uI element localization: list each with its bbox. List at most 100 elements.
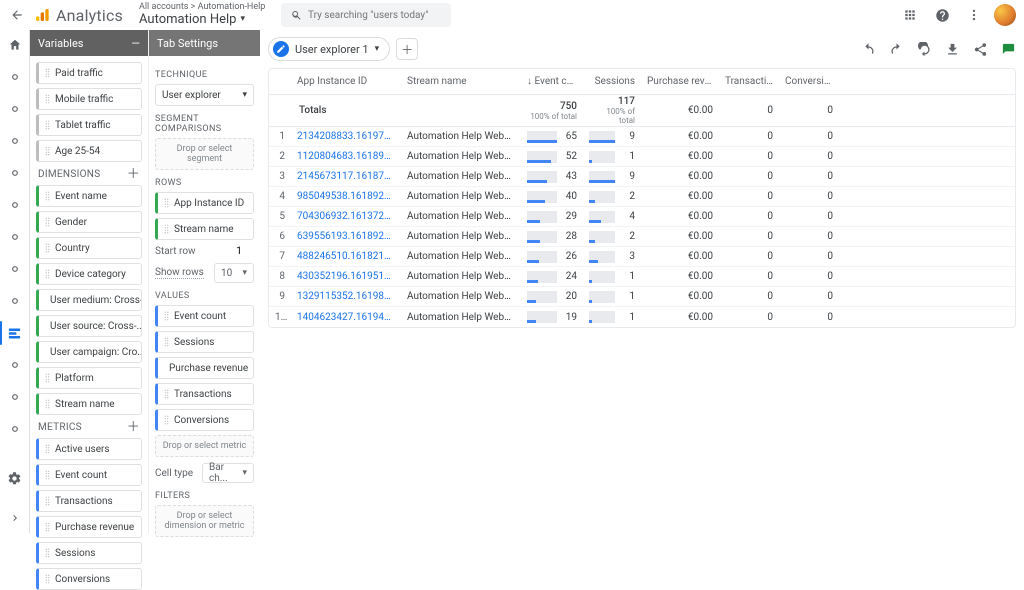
settings-chip-chip[interactable]: App Instance ID <box>155 192 254 214</box>
dim-chip[interactable]: Platform <box>36 367 142 389</box>
reset-icon[interactable] <box>916 41 932 57</box>
avatar[interactable] <box>994 4 1016 26</box>
apps-icon[interactable] <box>898 3 922 27</box>
sessions-cell: 9 <box>583 171 641 183</box>
dim-chip[interactable]: User source: Cross-... <box>36 315 142 337</box>
add-metric-icon[interactable]: ＋ <box>127 421 140 434</box>
column-header[interactable]: Transactions <box>719 76 779 87</box>
configure-icon[interactable] <box>6 388 24 406</box>
add-tab-button[interactable]: ＋ <box>396 38 418 60</box>
seg-chip[interactable]: Paid traffic <box>36 62 142 84</box>
met-chip[interactable]: Transactions <box>36 490 142 512</box>
dim-chip[interactable]: Device category <box>36 263 142 285</box>
technique-select[interactable]: User explorer▾ <box>155 84 254 106</box>
admin-icon[interactable] <box>6 420 24 438</box>
seg-chip[interactable]: Tablet traffic <box>36 114 142 136</box>
column-header[interactable]: Purchase revenue <box>641 76 719 87</box>
app-instance-link[interactable]: 639556193.1618924021 <box>291 231 401 242</box>
met-chip[interactable]: Active users <box>36 438 142 460</box>
share-icon[interactable] <box>972 41 988 57</box>
cell-type-select[interactable]: Bar ch...▾ <box>202 463 254 483</box>
home-icon[interactable] <box>6 36 24 54</box>
app-instance-link[interactable]: 1329115352.1619899674 <box>291 291 401 302</box>
app-instance-link[interactable]: 704306932.1613725859 <box>291 211 401 222</box>
events-icon[interactable] <box>6 164 24 182</box>
lifecycle-icon[interactable] <box>6 100 24 118</box>
table-row: 6639556193.1618924021Automation Help Web… <box>269 227 1015 247</box>
more-icon[interactable] <box>962 3 986 27</box>
met-chip[interactable]: Conversions <box>36 568 142 590</box>
sessions-cell: 1 <box>583 291 641 303</box>
search-icon <box>291 9 302 21</box>
column-header[interactable]: Sessions <box>583 76 641 87</box>
dim-chip[interactable]: User medium: Cross-... <box>36 289 142 311</box>
stream-name: Automation Help Website <box>401 191 521 202</box>
export-icon[interactable] <box>1000 41 1016 57</box>
column-header[interactable]: ↓ Event count <box>521 76 583 87</box>
help-icon[interactable] <box>930 3 954 27</box>
chevron-down-icon: ▾ <box>240 15 245 25</box>
row-index: 8 <box>269 271 291 282</box>
seg-chip[interactable]: Mobile traffic <box>36 88 142 110</box>
stream-name: Automation Help Website <box>401 251 521 262</box>
settings-met-chip[interactable]: Event count <box>155 305 254 327</box>
column-header[interactable]: Conversions <box>779 76 839 87</box>
met-chip[interactable]: Purchase revenue <box>36 516 142 538</box>
explore-icon[interactable] <box>6 324 24 342</box>
settings-chip-chip[interactable]: Stream name <box>155 218 254 240</box>
app-instance-link[interactable]: 1120804683.1618922721 <box>291 151 401 162</box>
event-count-cell: 65 <box>521 131 583 143</box>
redo-icon[interactable] <box>888 41 904 57</box>
dim-chip[interactable]: User campaign: Cro... <box>36 341 142 363</box>
met-chip[interactable]: Sessions <box>36 542 142 564</box>
expand-nav-icon[interactable] <box>6 509 24 527</box>
settings-met-chip[interactable]: Purchase revenue <box>155 357 254 379</box>
retention-icon[interactable] <box>6 228 24 246</box>
stream-name: Automation Help Website <box>401 171 521 182</box>
show-rows-label[interactable]: Show rows <box>155 267 204 279</box>
event-count-cell: 43 <box>521 171 583 183</box>
app-instance-link[interactable]: 2145673117.1618749956 <box>291 171 401 182</box>
value-dropzone[interactable]: Drop or select metric <box>155 435 254 457</box>
user-icon[interactable] <box>6 132 24 150</box>
realtime-icon[interactable] <box>6 68 24 86</box>
settings-met-chip[interactable]: Transactions <box>155 383 254 405</box>
settings-icon[interactable] <box>6 469 24 487</box>
back-icon[interactable] <box>8 6 26 24</box>
settings-met-chip[interactable]: Conversions <box>155 409 254 431</box>
start-row-input[interactable] <box>224 246 254 257</box>
dim-chip[interactable]: Gender <box>36 211 142 233</box>
show-rows-value: 10 <box>221 268 232 279</box>
app-instance-link[interactable]: 430352196.1619516822 <box>291 271 401 282</box>
add-dimension-icon[interactable]: ＋ <box>127 168 140 181</box>
dim-chip[interactable]: Event name <box>36 185 142 207</box>
undo-icon[interactable] <box>860 41 876 57</box>
event-count-cell: 52 <box>521 151 583 163</box>
search-input[interactable] <box>308 10 441 21</box>
account-picker[interactable]: All accounts > Automation-Help Automatio… <box>139 3 265 27</box>
filters-title: FILTERS <box>155 491 254 501</box>
settings-met-chip[interactable]: Sessions <box>155 331 254 353</box>
app-instance-link[interactable]: 2134208833.1619799528 <box>291 131 401 142</box>
filter-dropzone[interactable]: Drop or select dimension or metric <box>155 505 254 537</box>
tech-icon[interactable] <box>6 292 24 310</box>
download-icon[interactable] <box>944 41 960 57</box>
dim-chip[interactable]: Stream name <box>36 393 142 415</box>
advertising-icon[interactable] <box>6 356 24 374</box>
demographics-icon[interactable] <box>6 260 24 278</box>
report-tab[interactable]: User explorer 1 ▾ <box>268 37 390 61</box>
collapse-icon[interactable]: — <box>131 37 140 50</box>
chevron-down-icon: ▾ <box>375 44 380 54</box>
monetization-icon[interactable] <box>6 196 24 214</box>
search-box[interactable] <box>281 3 451 27</box>
dim-chip[interactable]: Country <box>36 237 142 259</box>
app-instance-link[interactable]: 1404623427.1619455369 <box>291 312 401 323</box>
app-instance-link[interactable]: 985049538.1618925742 <box>291 191 401 202</box>
met-chip[interactable]: Event count <box>36 464 142 486</box>
app-instance-link[interactable]: 488246510.1618213418 <box>291 251 401 262</box>
show-rows-select[interactable]: 10▾ <box>214 263 254 283</box>
segment-dropzone[interactable]: Drop or select segment <box>155 138 254 170</box>
table-row: 4985049538.1618925742Automation Help Web… <box>269 187 1015 207</box>
seg-chip[interactable]: Age 25-54 <box>36 140 142 162</box>
totals-revenue: €0.00 <box>641 105 719 116</box>
